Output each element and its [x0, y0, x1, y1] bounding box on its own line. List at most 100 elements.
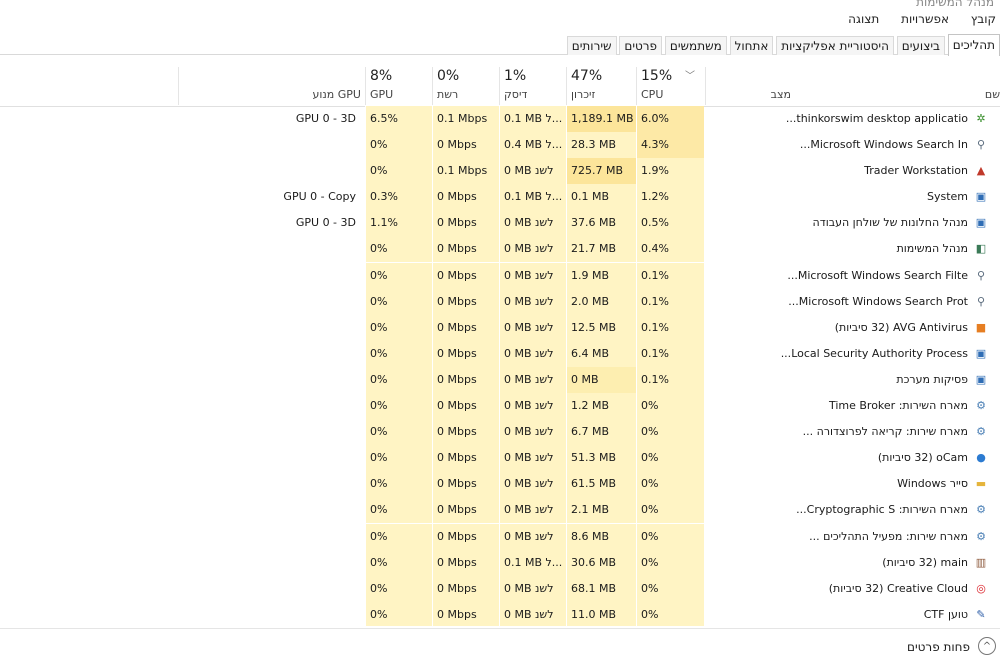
window-manager-icon: ▣	[975, 216, 987, 230]
window-title: מנהל המשימות	[916, 0, 994, 9]
gpu-engine-value: GPU 0 - Copy	[283, 190, 356, 204]
table-row[interactable]: ▣ System 1.2% 0.1 MB 0.1 MB ל... 0 Mbps 0.3% GP…	[0, 184, 1000, 211]
table-row[interactable]: ◧ מנהל המשימות 0.4% 21.7 MB 0 MB לשנ 0 Mbps 0%	[0, 236, 1000, 263]
gpu-engine-value	[180, 263, 360, 289]
memory-column-header[interactable]: 47% זיכרון	[566, 67, 636, 105]
disk-value: 0 MB לשנ	[499, 366, 566, 393]
table-row[interactable]: ▣ Local Security Authority Process... 0.1%…	[0, 340, 1000, 367]
network-value: 0 Mbps	[432, 132, 499, 159]
cpu-value: 0.5%	[636, 210, 704, 237]
process-name: Microsoft Windows Search Prot...	[788, 294, 968, 308]
tab-app-history[interactable]: היסטוריית אפליקציות	[776, 36, 894, 55]
table-row[interactable]: ■ AVG Antivirus (32 סיביות) 0.1% 12.5 MB 0 M…	[0, 314, 1000, 341]
gpu-value: 0%	[365, 471, 432, 498]
disk-value: 0 MB לשנ	[499, 471, 566, 498]
window-title-bar: מנהל המשימות	[0, 0, 1000, 10]
menu-options[interactable]: אפשרויות	[887, 12, 953, 26]
gpu-engine-value	[180, 602, 360, 626]
network-value: 0 Mbps	[432, 262, 499, 289]
avg-antivirus-icon: ■	[975, 320, 987, 334]
network-value: 0 Mbps	[432, 471, 499, 498]
table-row[interactable]: ▲ Trader Workstation 1.9% 725.7 MB 0 MB לשנ 0…	[0, 158, 1000, 185]
memory-value: 2.1 MB	[566, 497, 636, 524]
gpu-value: 0%	[365, 419, 432, 446]
file-explorer-icon: ▬	[975, 477, 987, 491]
gpu-value: 0%	[365, 575, 432, 602]
search-filter-icon: ⚲	[976, 268, 986, 282]
disk-column-header[interactable]: 1% דיסק	[499, 67, 566, 105]
cpu-value: 0%	[636, 419, 704, 446]
process-name: מנהל החלונות של שולחן העבודה	[812, 216, 968, 230]
network-value: 0 Mbps	[432, 549, 499, 576]
table-row[interactable]: ⚲ Microsoft Windows Search In... 4.3% 28.3 …	[0, 132, 1000, 159]
tab-processes[interactable]: תהליכים	[947, 34, 1000, 56]
memory-value: 8.6 MB	[566, 523, 636, 550]
table-row[interactable]: ◎ Creative Cloud (32 סיביות) 0% 68.1 MB 0 MB…	[0, 575, 1000, 602]
network-value: 0.1 Mbps	[432, 158, 499, 185]
gpu-value: 0.3%	[365, 184, 432, 211]
table-row[interactable]: ⚲ Microsoft Windows Search Filte... 0.1% 1.…	[0, 262, 1000, 289]
table-row[interactable]: ● oCam (32 סיביות) 0% 51.3 MB 0 MB לשנ 0 Mbps…	[0, 445, 1000, 472]
gpu-engine-value	[180, 497, 360, 523]
gpu-value: 0%	[365, 445, 432, 472]
disk-value: 0 MB לשנ	[499, 262, 566, 289]
table-row[interactable]: ✲ thinkorswim desktop applicatio... 6.0% 1,…	[0, 106, 1000, 132]
network-value: 0 Mbps	[432, 497, 499, 524]
cpu-column-header[interactable]: 15% CPU ﹀	[636, 67, 705, 105]
collapse-chevron-icon[interactable]: ^	[978, 637, 996, 655]
process-name: מנהל המשימות	[896, 242, 968, 256]
table-row[interactable]: ▬ סייר Windows 0% 61.5 MB 0 MB לשנ 0 Mbps 0%	[0, 471, 1000, 498]
system-interrupts-icon: ▣	[975, 372, 987, 386]
table-row[interactable]: ⚙ מארח שירות: מפעיל התהליכים ... 0% 8.6 MB 0…	[0, 523, 1000, 550]
memory-value: 0.1 MB	[566, 184, 636, 211]
table-row[interactable]: ⚙ מארח שירות: קריאה לפרוצדורה ... 0% 6.7 MB…	[0, 419, 1000, 446]
process-name: מארח שירות: מפעיל התהליכים ...	[809, 529, 968, 543]
fewer-details-button[interactable]: פחות פרטים	[907, 640, 970, 654]
table-row[interactable]: ▣ פסיקות מערכת 0.1% 0 MB 0 MB לשנ 0 Mbps 0%	[0, 366, 1000, 393]
gpu-engine-value	[180, 158, 360, 184]
menu-file[interactable]: קובץ	[957, 12, 1000, 26]
tab-details[interactable]: פרטים	[619, 36, 663, 55]
gpu-value: 0%	[365, 132, 432, 159]
gpu-value: 1.1%	[365, 210, 432, 237]
memory-value: 21.7 MB	[566, 236, 636, 263]
process-name: thinkorswim desktop applicatio...	[785, 112, 968, 125]
table-row[interactable]: ⚙ מארח השירות: Time Broker 0% 1.2 MB 0 MB לש…	[0, 393, 1000, 420]
table-row[interactable]: ▣ מנהל החלונות של שולחן העבודה 0.5% 37.6 MB…	[0, 210, 1000, 237]
disk-value: 0 MB לשנ	[499, 158, 566, 185]
gpu-engine-column-header[interactable]: מנוע GPU	[178, 67, 365, 105]
gpu-engine-value	[180, 445, 360, 471]
status-column-header[interactable]: מצב	[705, 67, 795, 105]
cpu-value: 0%	[636, 471, 704, 498]
service-host-gear-icon: ⚙	[976, 399, 986, 413]
process-name: oCam (32 סיביות)	[877, 451, 968, 465]
memory-value: 51.3 MB	[566, 445, 636, 472]
gpu-column-header[interactable]: 8% GPU	[365, 67, 432, 105]
tab-startup[interactable]: אתחול	[729, 36, 774, 55]
network-value: 0 Mbps	[432, 366, 499, 393]
tab-users[interactable]: משתמשים	[664, 36, 727, 55]
service-host-gear-icon: ⚙	[976, 425, 986, 439]
table-row[interactable]: ⚲ Microsoft Windows Search Prot... 0.1% 2.0…	[0, 288, 1000, 315]
gpu-value: 0%	[365, 236, 432, 263]
tab-services[interactable]: שירותים	[566, 36, 617, 55]
tab-performance[interactable]: ביצועים	[896, 36, 945, 55]
network-column-header[interactable]: 0% רשת	[432, 67, 499, 105]
gpu-value: 0%	[365, 262, 432, 289]
menu-view[interactable]: תצוגה	[834, 12, 883, 26]
name-column-header[interactable]: שם	[795, 67, 1000, 105]
network-value: 0 Mbps	[432, 236, 499, 263]
extra-column-header[interactable]	[0, 67, 178, 105]
network-value: 0 Mbps	[432, 340, 499, 367]
table-row[interactable]: ⚙ מארח השירות: Cryptographic S... 0% 2.1 MB…	[0, 497, 1000, 524]
table-row[interactable]: ▥ main (32 סיביות) 0% 30.6 MB 0.1 MB ל... 0 M…	[0, 549, 1000, 576]
network-value: 0 Mbps	[432, 288, 499, 315]
network-value: 0 Mbps	[432, 314, 499, 341]
gpu-value: 0%	[365, 549, 432, 576]
disk-value: 0 MB לשנ	[499, 523, 566, 550]
gpu-engine-value	[180, 367, 360, 393]
cpu-value: 0.1%	[636, 288, 704, 315]
table-row[interactable]: ✎ טוען CTF 0% 11.0 MB 0 MB לשנ 0 Mbps 0%	[0, 601, 1000, 626]
disk-value: 0.1 MB ל...	[499, 549, 566, 576]
gpu-engine-value	[180, 236, 360, 262]
